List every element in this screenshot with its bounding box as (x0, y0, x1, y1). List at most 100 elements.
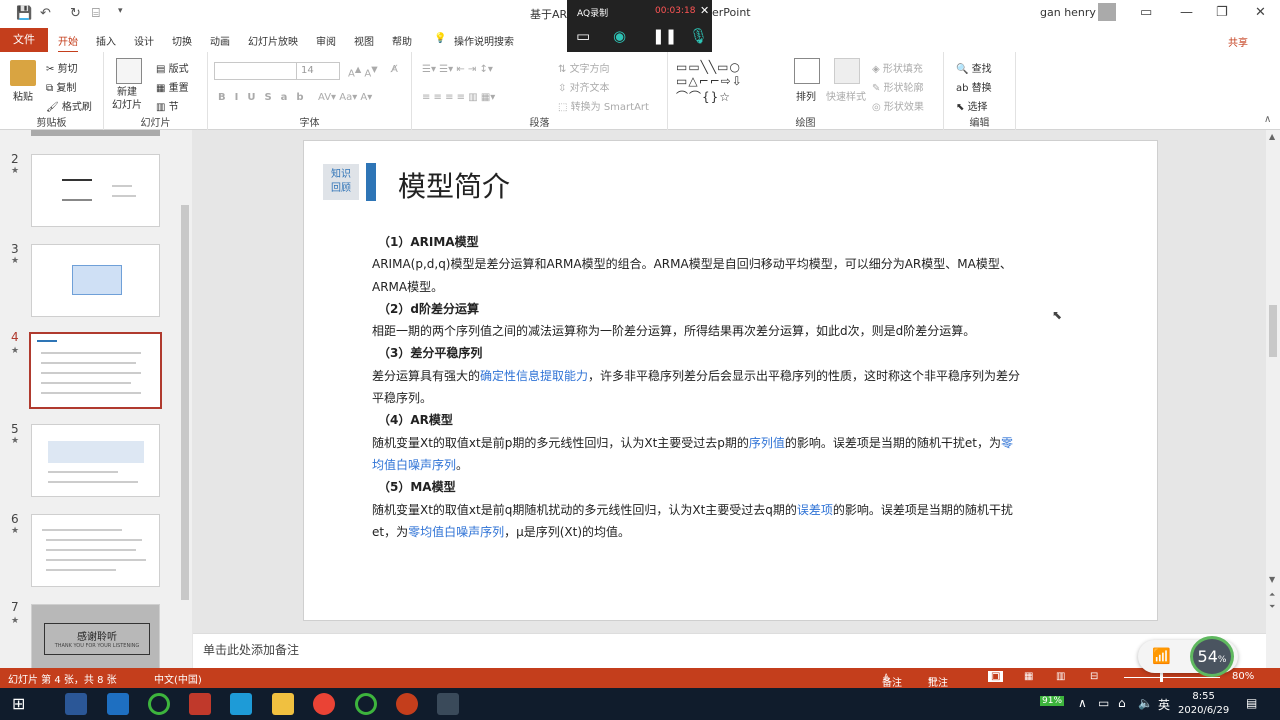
text-direction-button[interactable]: ⇅ 文字方向 (558, 60, 610, 75)
zoom-level[interactable]: 80% (1232, 671, 1254, 682)
collapse-ribbon-icon[interactable]: ∧ (1264, 114, 1271, 125)
recorder-pause-icon[interactable]: ❚❚ (652, 27, 677, 45)
tab-animations[interactable]: 动画 (210, 33, 230, 48)
save-icon[interactable]: 💾 (16, 6, 32, 21)
format-painter-button[interactable]: 🖌 格式刷 (46, 98, 92, 113)
smartart-button[interactable]: ⬚ 转换为 SmartArt (558, 98, 649, 113)
grow-font-icon[interactable]: A▲ A▼ (348, 64, 378, 79)
tab-design[interactable]: 设计 (134, 33, 154, 48)
ribbon-display-icon[interactable]: ▭ (1140, 5, 1152, 20)
present-icon[interactable]: ⌸ (92, 6, 100, 21)
font-format-icons[interactable]: BIUSab (218, 92, 313, 103)
cut-button[interactable]: ✂ 剪切 (46, 60, 78, 75)
recorder-record-icon[interactable]: ◉ (613, 27, 626, 45)
layout-button[interactable]: ▤ 版式 (156, 60, 189, 75)
powerpoint-icon[interactable] (396, 693, 418, 715)
tab-insert[interactable]: 插入 (96, 33, 116, 48)
quick-styles-button[interactable]: 快速样式 (826, 88, 866, 103)
language-indicator[interactable]: 中文(中国) (154, 671, 202, 686)
maximize-icon[interactable]: ❐ (1216, 5, 1228, 20)
notifications-icon[interactable]: ▤ (1246, 696, 1257, 710)
tab-slideshow[interactable]: 幻灯片放映 (248, 33, 298, 48)
zoom-slider[interactable] (1124, 677, 1220, 678)
thumbnail-slide-6[interactable] (31, 514, 160, 587)
clear-format-icon[interactable]: A̸ (391, 64, 398, 75)
chrome-icon[interactable] (313, 693, 335, 715)
thumbnail-slide-7[interactable]: 感谢聆听 THANK YOU FOR YOUR LISTENING (31, 604, 160, 677)
prev-slide-icon[interactable]: ⏶ (1269, 590, 1275, 600)
avatar[interactable] (1098, 3, 1116, 21)
font-size-combo[interactable]: 14 (296, 62, 340, 80)
media-player-icon[interactable] (230, 693, 252, 715)
tray-expand-icon[interactable]: ∧ (1078, 696, 1087, 710)
font-more-icons[interactable]: AV▾ Aa▾ A▾ (318, 92, 372, 103)
recorder-mic-icon[interactable]: 🎙 (689, 27, 708, 45)
new-slide-icon[interactable] (116, 58, 142, 84)
windows-start-icon[interactable]: ⊞ (12, 694, 25, 713)
thumbnail-slide-4[interactable] (29, 332, 162, 409)
battery-indicator[interactable]: 91% (1040, 696, 1065, 706)
volume-icon[interactable]: 🔈 (1138, 696, 1153, 710)
app-red-icon[interactable] (189, 693, 211, 715)
ime-indicator[interactable]: 英 (1158, 696, 1170, 713)
tell-me-search[interactable]: 操作说明搜索 (454, 33, 514, 48)
quick-styles-icon[interactable] (834, 58, 860, 84)
shape-effects-button[interactable]: ◎ 形状效果 (872, 98, 924, 113)
arrange-icon[interactable] (794, 58, 820, 84)
shapes-gallery[interactable]: ▭▭╲╲▭○ ▭△⌐⌐⇨⇩ ⌒⌒{}☆ (676, 60, 743, 105)
recorder-close-icon[interactable]: ✕ (700, 4, 709, 17)
thumbnail-slide-5[interactable] (31, 424, 160, 497)
scroll-up-icon[interactable]: ▲ (1269, 132, 1275, 141)
undo-icon[interactable]: ↶ (40, 6, 51, 21)
find-button[interactable]: 🔍 查找 (956, 60, 992, 75)
align-icons[interactable]: ≡ ≡ ≡ ≡ ▥ ▦▾ (422, 92, 495, 103)
slideshow-icon[interactable]: ⊟ (1090, 671, 1098, 682)
shape-outline-button[interactable]: ✎ 形状轮廓 (872, 79, 924, 94)
clock[interactable]: 8:55 2020/6/29 (1178, 690, 1229, 718)
section-button[interactable]: ▥ 节 (156, 98, 179, 113)
customize-qat-icon[interactable]: ▾ (118, 6, 123, 16)
paste-button[interactable]: 粘贴 (13, 88, 33, 103)
file-explorer-icon[interactable] (272, 693, 294, 715)
replace-button[interactable]: ab 替换 (956, 79, 992, 94)
normal-view-icon[interactable]: ▣ (988, 671, 1004, 682)
app-green-ring-icon[interactable] (148, 693, 170, 715)
redo-icon[interactable]: ↻ (70, 6, 81, 21)
thumbnail-slide-2[interactable] (31, 154, 160, 227)
battery-icon[interactable]: ▭ (1098, 696, 1109, 710)
slide-title[interactable]: 模型简介 (398, 165, 510, 205)
tab-view[interactable]: 视图 (354, 33, 374, 48)
scroll-down-icon[interactable]: ▼ (1269, 575, 1275, 584)
share-button[interactable]: 共享 (1228, 34, 1248, 49)
recorder-window-icon[interactable]: ▭ (576, 27, 590, 45)
recorder-app-icon[interactable] (437, 693, 459, 715)
user-name[interactable]: gan henry (1040, 6, 1096, 19)
next-slide-icon[interactable]: ⏷ (1269, 602, 1275, 612)
reset-button[interactable]: ▦ 重置 (156, 79, 189, 94)
reading-view-icon[interactable]: ▥ (1056, 671, 1065, 682)
tab-help[interactable]: 帮助 (392, 33, 412, 48)
thumbnail-slide-3[interactable] (31, 244, 160, 317)
notes-pane[interactable]: 单击此处添加备注 (193, 633, 1266, 668)
list-icons[interactable]: ☰▾ ☰▾ ⇤ ⇥ ↕▾ (422, 64, 493, 75)
editor-scrollbar[interactable]: ▲ ▼ ⏶ ⏷ (1266, 130, 1280, 668)
copy-button[interactable]: ⧉ 复制 (46, 79, 76, 94)
slide-canvas[interactable]: 知识 回顾 模型简介 （1）ARIMA模型 ARIMA(p,d,q)模型是差分运… (303, 140, 1158, 621)
tab-file[interactable]: 文件 (0, 28, 48, 52)
thumbnail-scroll-thumb[interactable] (181, 205, 189, 600)
tab-review[interactable]: 审阅 (316, 33, 336, 48)
editor-scroll-thumb[interactable] (1269, 305, 1277, 357)
arrange-button[interactable]: 排列 (796, 88, 816, 103)
network-speed-widget[interactable]: 📶 54% (1138, 636, 1238, 677)
slide-body[interactable]: （1）ARIMA模型 ARIMA(p,d,q)模型是差分运算和ARMA模型的组合… (372, 231, 1022, 543)
close-icon[interactable]: ✕ (1255, 5, 1266, 20)
align-text-button[interactable]: ⇳ 对齐文本 (558, 79, 610, 94)
new-slide-button[interactable]: 新建 幻灯片 (112, 86, 142, 112)
select-button[interactable]: ⬉ 选择 (956, 98, 988, 113)
minimize-icon[interactable]: — (1180, 5, 1193, 20)
slide-sorter-icon[interactable]: ▦ (1024, 671, 1033, 682)
network-tray-icon[interactable]: ⌂ (1118, 696, 1126, 710)
shape-fill-button[interactable]: ◈ 形状填充 (872, 60, 923, 75)
store-icon[interactable] (107, 693, 129, 715)
word-icon[interactable] (65, 693, 87, 715)
